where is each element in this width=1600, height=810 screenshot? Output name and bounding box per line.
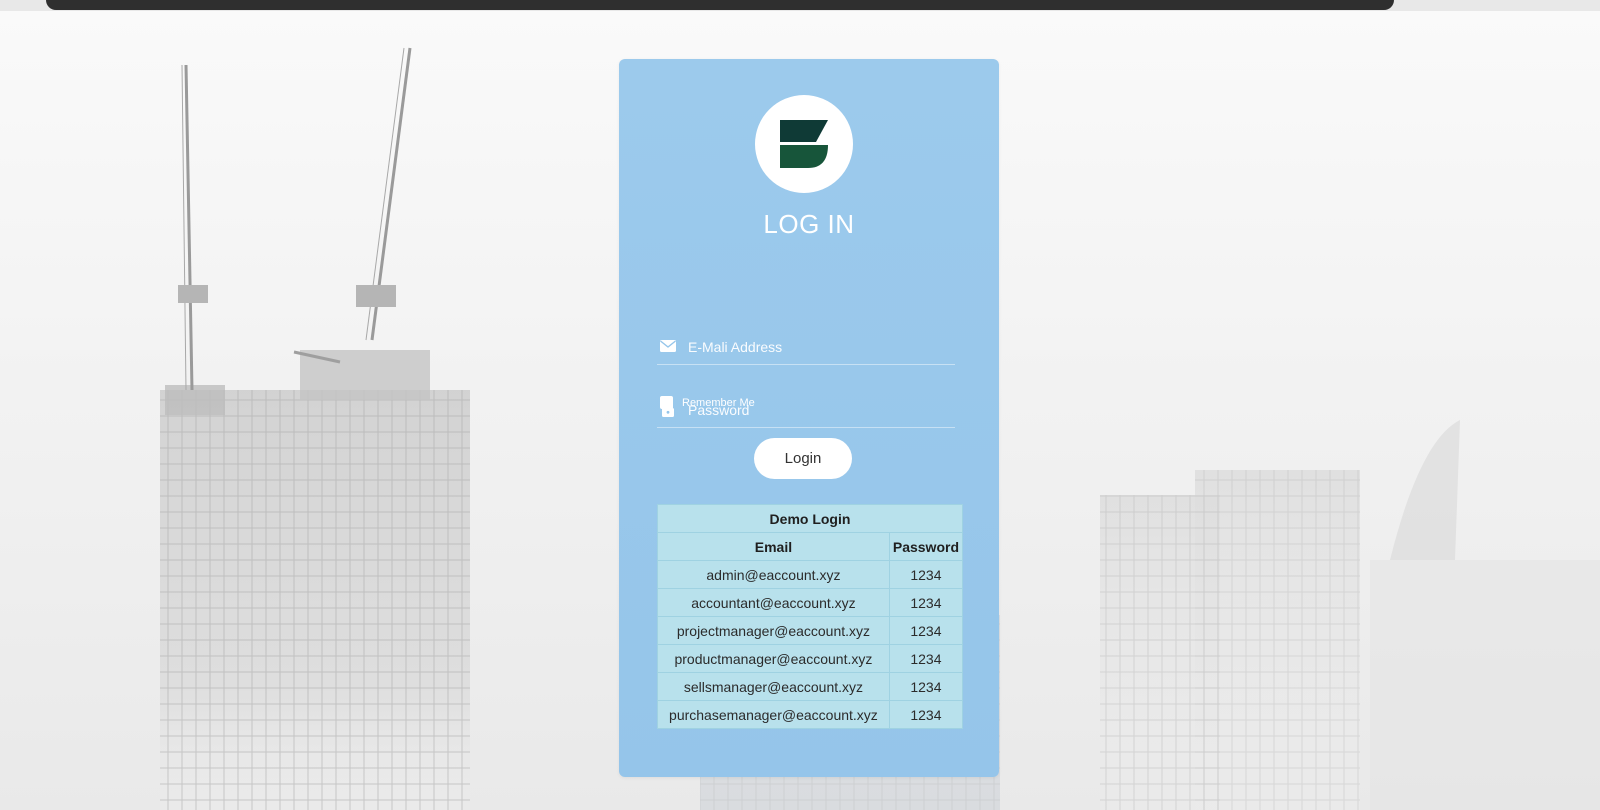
demo-email-cell: productmanager@eaccount.xyz <box>657 644 890 673</box>
email-field <box>657 330 955 365</box>
demo-email-cell: accountant@eaccount.xyz <box>657 588 890 617</box>
browser-top-bar-inner <box>46 0 1394 10</box>
table-row: sellsmanager@eaccount.xyz 1234 <box>657 672 964 701</box>
demo-table-title-row: Demo Login <box>657 504 963 533</box>
logo-badge <box>755 95 853 193</box>
table-row: productmanager@eaccount.xyz 1234 <box>657 644 964 673</box>
email-column-header: Email <box>657 532 890 561</box>
remember-me-row: Remember Me <box>660 396 755 409</box>
demo-login-table: Demo Login Email Password admin@eaccount… <box>657 504 964 729</box>
email-input[interactable] <box>686 330 955 364</box>
demo-email-cell: sellsmanager@eaccount.xyz <box>657 672 890 701</box>
demo-email-cell: projectmanager@eaccount.xyz <box>657 616 890 645</box>
table-row: admin@eaccount.xyz 1234 <box>657 560 964 589</box>
demo-password-cell: 1234 <box>888 644 964 673</box>
table-row: accountant@eaccount.xyz 1234 <box>657 588 964 617</box>
demo-email-cell: purchasemanager@eaccount.xyz <box>657 700 890 729</box>
demo-password-cell: 1234 <box>888 616 964 645</box>
demo-password-cell: 1234 <box>888 672 964 701</box>
demo-password-cell: 1234 <box>888 700 964 729</box>
demo-table-header-row: Email Password <box>657 532 964 561</box>
page-title: LOG IN <box>763 209 855 239</box>
demo-email-cell: admin@eaccount.xyz <box>657 560 890 589</box>
demo-password-cell: 1234 <box>888 588 964 617</box>
envelope-icon <box>660 340 676 352</box>
remember-me-label: Remember Me <box>682 396 755 409</box>
password-column-header: Password <box>888 532 964 561</box>
demo-table-title: Demo Login <box>657 504 963 533</box>
demo-password-cell: 1234 <box>888 560 964 589</box>
table-row: purchasemanager@eaccount.xyz 1234 <box>657 700 964 729</box>
table-row: projectmanager@eaccount.xyz 1234 <box>657 616 964 645</box>
login-card: LOG IN Remember Me Login Demo Login Emai… <box>619 59 999 777</box>
browser-top-bar <box>0 0 1600 11</box>
remember-me-checkbox[interactable] <box>660 396 673 409</box>
brand-logo-icon <box>780 120 828 168</box>
login-button[interactable]: Login <box>754 438 852 479</box>
